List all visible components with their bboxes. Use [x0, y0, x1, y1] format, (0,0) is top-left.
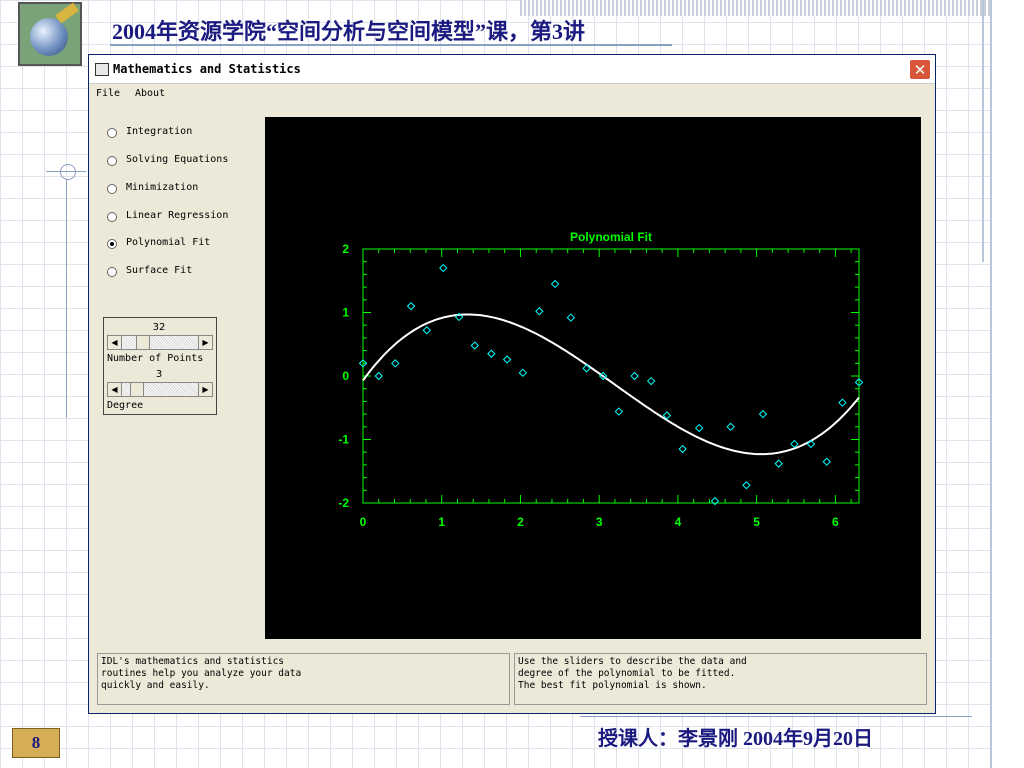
- degree-label: Degree: [107, 400, 144, 411]
- menu-about[interactable]: About: [135, 88, 165, 99]
- title-underline: [110, 44, 672, 46]
- points-label: Number of Points: [107, 353, 204, 364]
- degree-value: 3: [155, 369, 163, 380]
- data-point: [518, 368, 528, 378]
- info-left: IDL's mathematics and statistics routine…: [97, 653, 510, 705]
- data-point: [694, 423, 704, 433]
- close-button[interactable]: ✕: [909, 59, 931, 80]
- radio-dot-icon: [107, 267, 117, 277]
- page-number-box: 8: [12, 728, 60, 758]
- points-right-arrow-icon[interactable]: ▶: [198, 335, 213, 350]
- data-point: [406, 301, 416, 311]
- window-titlebar[interactable]: Mathematics and Statistics ✕: [89, 55, 935, 84]
- menu-file[interactable]: File: [96, 88, 120, 99]
- footer-line: [580, 716, 972, 717]
- data-point: [470, 341, 480, 350]
- radio-dot-icon: [107, 184, 117, 194]
- course-logo-icon: [18, 2, 82, 66]
- radio-label: Linear Regression: [126, 210, 229, 221]
- info-right: Use the sliders to describe the data and…: [514, 653, 927, 705]
- points-slider-thumb[interactable]: [136, 335, 150, 350]
- x-tick-label: 1: [438, 515, 445, 529]
- radio-dot-icon: [107, 128, 117, 138]
- data-point: [566, 313, 576, 322]
- y-tick-label: 1: [342, 306, 349, 320]
- window-title: Mathematics and Statistics: [113, 62, 301, 76]
- data-point: [726, 422, 735, 432]
- plot-frame: [362, 248, 860, 504]
- x-tick-label: 4: [675, 515, 682, 529]
- data-point: [439, 263, 448, 273]
- data-point: [487, 349, 496, 358]
- radio-dot-icon: [107, 156, 117, 166]
- degree-right-arrow-icon[interactable]: ▶: [198, 382, 213, 397]
- slide-top-stripe: [520, 0, 990, 16]
- y-tick-label: -1: [338, 433, 349, 447]
- left-decoration-line: [66, 180, 67, 418]
- radio-label: Solving Equations: [126, 154, 229, 165]
- data-point: [535, 307, 544, 316]
- degree-slider-thumb[interactable]: [130, 382, 144, 397]
- page-number: 8: [31, 733, 41, 752]
- data-point: [374, 371, 383, 381]
- data-point: [422, 326, 431, 335]
- polynomial-fit-chart: 0 1 2 3 4 5 6 2 1 0 -1 -2 Polynomial Fit: [338, 230, 864, 529]
- x-tick-label: 5: [753, 515, 760, 529]
- data-point: [630, 371, 639, 381]
- points-value: 32: [152, 322, 166, 333]
- slide-footer: 授课人：李景刚 2004年9月20日: [598, 728, 873, 750]
- y-tick-label: -2: [338, 496, 349, 510]
- app-window: Mathematics and Statistics ✕ File About …: [88, 54, 936, 714]
- menu-bar: File About: [89, 85, 935, 105]
- data-point: [678, 444, 687, 454]
- data-point: [502, 355, 512, 364]
- radio-dot-selected-icon: [107, 239, 117, 249]
- radio-label: Surface Fit: [126, 265, 193, 276]
- degree-slider[interactable]: ◀ ▶: [107, 382, 213, 397]
- chart-title: Polynomial Fit: [570, 230, 652, 244]
- data-point: [614, 407, 624, 416]
- x-tick-label: 0: [360, 515, 367, 529]
- slider-panel: 32 ◀ ▶ Number of Points 3 ◀ ▶ Degree: [103, 317, 217, 415]
- data-point: [790, 439, 799, 449]
- data-point: [822, 457, 831, 466]
- data-point: [758, 409, 768, 419]
- degree-left-arrow-icon[interactable]: ◀: [107, 382, 122, 397]
- x-tick-label: 3: [596, 515, 603, 529]
- x-tick-label: 6: [832, 515, 839, 529]
- app-window-icon[interactable]: [95, 63, 109, 76]
- y-tick-label: 2: [342, 242, 349, 256]
- fit-curve: [362, 313, 860, 456]
- data-point: [646, 376, 656, 386]
- data-point: [710, 496, 720, 506]
- data-point: [391, 359, 400, 368]
- data-point: [742, 481, 751, 490]
- slide-right-bar: [982, 0, 1024, 768]
- y-tick-label: 0: [342, 369, 349, 383]
- radio-label: Integration: [126, 126, 193, 137]
- data-point: [550, 279, 560, 289]
- data-point: [838, 398, 847, 407]
- points-left-arrow-icon[interactable]: ◀: [107, 335, 122, 350]
- radio-label: Minimization: [126, 182, 199, 193]
- radio-label: Polynomial Fit: [126, 237, 211, 248]
- points-slider[interactable]: ◀ ▶: [107, 335, 213, 350]
- data-point: [774, 459, 783, 468]
- radio-dot-icon: [107, 212, 117, 222]
- x-tick-label: 2: [517, 515, 524, 529]
- plot-area: 0 1 2 3 4 5 6 2 1 0 -1 -2 Polynomial Fit: [265, 117, 921, 639]
